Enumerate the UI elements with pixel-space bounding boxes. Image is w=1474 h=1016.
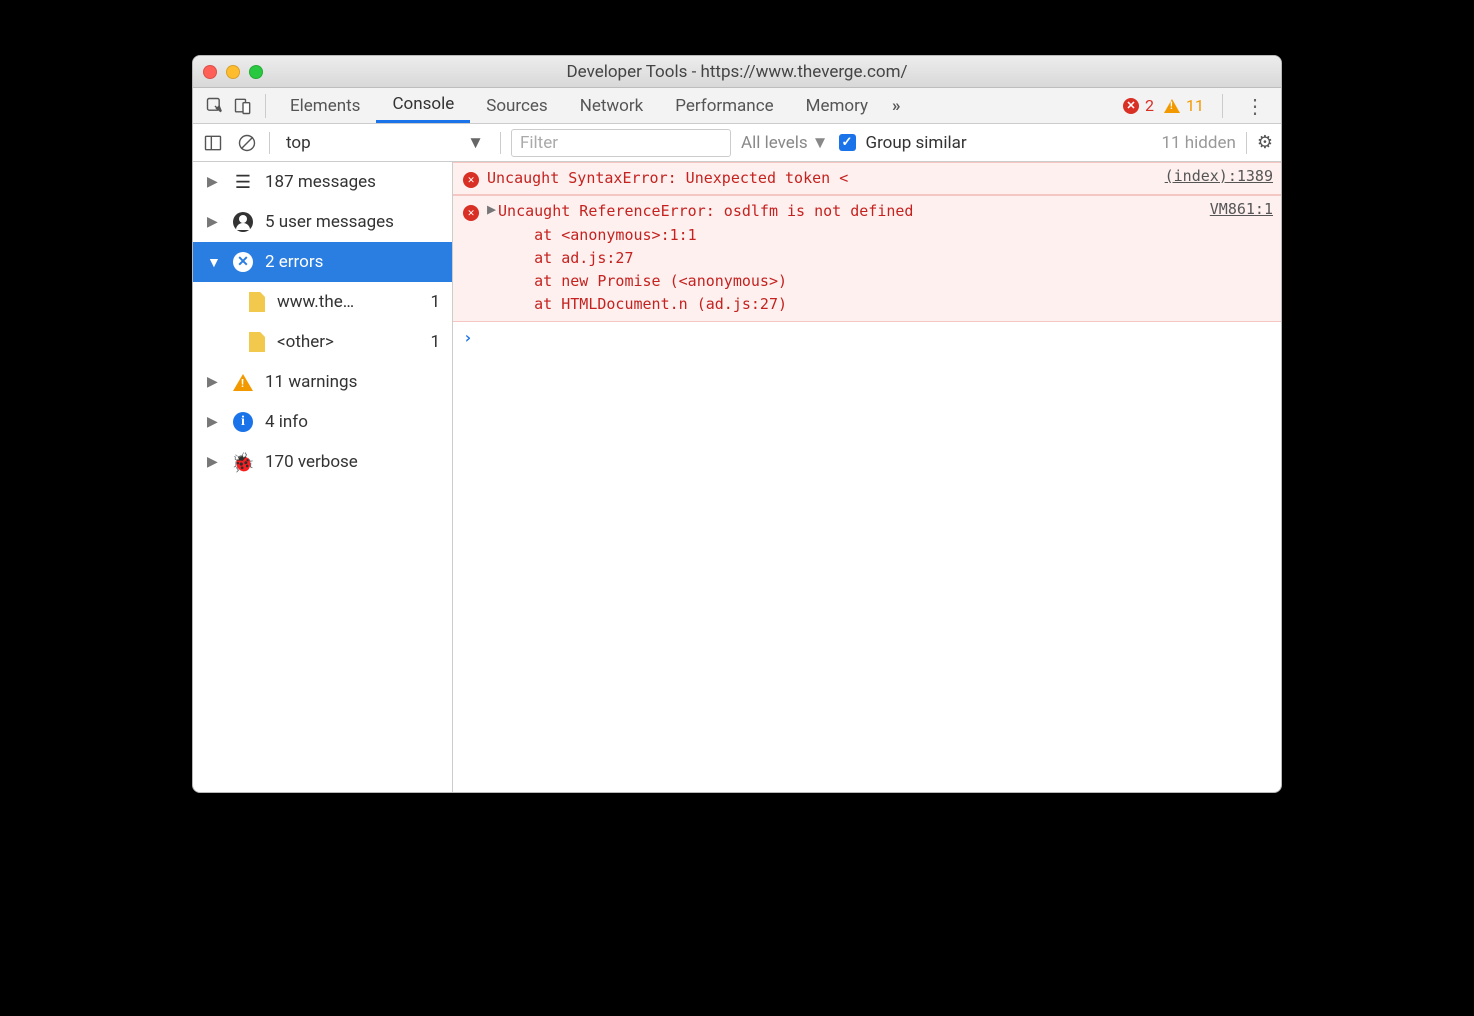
sidebar-item-count: 1 bbox=[430, 292, 446, 312]
sidebar-item-info[interactable]: ▶ i 4 info bbox=[193, 402, 452, 442]
tab-console[interactable]: Console bbox=[376, 88, 470, 123]
divider bbox=[1222, 94, 1223, 118]
sidebar-error-source[interactable]: <other> 1 bbox=[193, 322, 452, 362]
sidebar-item-label: 2 errors bbox=[265, 252, 323, 272]
sidebar-error-source[interactable]: www.the… 1 bbox=[193, 282, 452, 322]
window-titlebar: Developer Tools - https://www.theverge.c… bbox=[193, 56, 1281, 88]
error-circle-icon: ✕ bbox=[463, 205, 479, 221]
more-menu-button[interactable]: ⋮ bbox=[1237, 94, 1273, 118]
tabs-overflow-button[interactable]: » bbox=[884, 88, 909, 123]
sidebar-item-label: www.the… bbox=[277, 292, 354, 312]
sidebar-item-label: 5 user messages bbox=[265, 212, 394, 232]
message-source-link[interactable]: VM861:1 bbox=[1210, 200, 1273, 316]
expand-arrow-icon: ▶ bbox=[207, 414, 221, 430]
group-similar-checkbox[interactable]: ✓ bbox=[839, 134, 856, 151]
toggle-sidebar-icon[interactable] bbox=[201, 131, 225, 155]
console-sidebar: ▶ ☰ 187 messages ▶ 5 user messages ▼ ✕ 2… bbox=[193, 162, 453, 792]
divider bbox=[500, 132, 501, 154]
tab-memory[interactable]: Memory bbox=[790, 88, 884, 123]
hidden-messages-count[interactable]: 11 hidden bbox=[1161, 133, 1235, 153]
console-filterbar: top ▼ Filter All levels ▼ ✓ Group simila… bbox=[193, 124, 1281, 162]
message-text: Uncaught ReferenceError: osdlfm is not d… bbox=[498, 200, 1200, 316]
error-count[interactable]: 2 bbox=[1145, 96, 1154, 115]
sidebar-item-warnings[interactable]: ▶ 11 warnings bbox=[193, 362, 452, 402]
expand-arrow-icon: ▶ bbox=[207, 174, 221, 190]
console-message-error[interactable]: ✕ Uncaught SyntaxError: Unexpected token… bbox=[453, 162, 1281, 195]
devtools-window: Developer Tools - https://www.theverge.c… bbox=[192, 55, 1282, 793]
error-icon: ✕ bbox=[1123, 98, 1139, 114]
chevron-down-icon: ▼ bbox=[467, 133, 484, 153]
devtools-tabstrip: Elements Console Sources Network Perform… bbox=[193, 88, 1281, 124]
sidebar-item-label: 4 info bbox=[265, 412, 308, 432]
expand-arrow-icon: ▶ bbox=[207, 454, 221, 470]
sidebar-item-count: 1 bbox=[430, 332, 446, 352]
group-similar-label[interactable]: Group similar bbox=[866, 133, 967, 153]
inspect-element-icon[interactable] bbox=[201, 92, 229, 120]
error-circle-icon: ✕ bbox=[463, 172, 479, 188]
settings-gear-icon[interactable]: ⚙ bbox=[1257, 132, 1273, 153]
collapse-arrow-icon: ▼ bbox=[207, 254, 221, 271]
sidebar-item-errors[interactable]: ▼ ✕ 2 errors bbox=[193, 242, 452, 282]
sidebar-item-label: 11 warnings bbox=[265, 372, 357, 392]
console-prompt[interactable]: › bbox=[453, 322, 1281, 353]
message-source-link[interactable]: (index):1389 bbox=[1165, 167, 1273, 190]
log-levels-select[interactable]: All levels ▼ bbox=[741, 133, 829, 153]
window-title: Developer Tools - https://www.theverge.c… bbox=[193, 62, 1281, 82]
console-body: ▶ ☰ 187 messages ▶ 5 user messages ▼ ✕ 2… bbox=[193, 162, 1281, 792]
sidebar-item-label: 170 verbose bbox=[265, 452, 358, 472]
divider bbox=[265, 94, 266, 118]
sidebar-item-verbose[interactable]: ▶ 🐞 170 verbose bbox=[193, 442, 452, 482]
tab-sources[interactable]: Sources bbox=[470, 88, 563, 123]
message-text: Uncaught SyntaxError: Unexpected token < bbox=[487, 167, 1155, 190]
sidebar-item-messages[interactable]: ▶ ☰ 187 messages bbox=[193, 162, 452, 202]
tab-performance[interactable]: Performance bbox=[659, 88, 789, 123]
clear-console-icon[interactable] bbox=[235, 131, 259, 155]
device-mode-icon[interactable] bbox=[229, 92, 257, 120]
expand-arrow-icon: ▶ bbox=[207, 214, 221, 230]
warning-icon bbox=[1164, 99, 1180, 113]
expand-arrow-icon: ▶ bbox=[207, 374, 221, 390]
filter-placeholder: Filter bbox=[520, 133, 558, 153]
filter-input[interactable]: Filter bbox=[511, 129, 731, 157]
divider bbox=[269, 132, 270, 154]
file-icon bbox=[249, 332, 265, 352]
file-icon bbox=[249, 292, 265, 312]
error-circle-icon: ✕ bbox=[233, 252, 253, 272]
context-label: top bbox=[286, 133, 311, 153]
info-icon: i bbox=[233, 412, 253, 432]
sidebar-item-user-messages[interactable]: ▶ 5 user messages bbox=[193, 202, 452, 242]
expand-arrow-icon[interactable]: ▶ bbox=[487, 200, 496, 316]
bug-icon: 🐞 bbox=[233, 452, 253, 472]
warning-icon bbox=[233, 374, 253, 391]
warning-count[interactable]: 11 bbox=[1186, 96, 1204, 115]
console-output: ✕ Uncaught SyntaxError: Unexpected token… bbox=[453, 162, 1281, 792]
sidebar-item-label: 187 messages bbox=[265, 172, 376, 192]
tab-network[interactable]: Network bbox=[564, 88, 660, 123]
sidebar-item-label: <other> bbox=[277, 332, 334, 352]
list-icon: ☰ bbox=[233, 172, 253, 192]
divider bbox=[1246, 132, 1247, 154]
chevron-down-icon: ▼ bbox=[812, 133, 829, 153]
user-icon bbox=[233, 212, 253, 232]
console-message-error[interactable]: ✕ ▶ Uncaught ReferenceError: osdlfm is n… bbox=[453, 195, 1281, 321]
tab-elements[interactable]: Elements bbox=[274, 88, 376, 123]
execution-context-select[interactable]: top ▼ bbox=[280, 133, 490, 153]
